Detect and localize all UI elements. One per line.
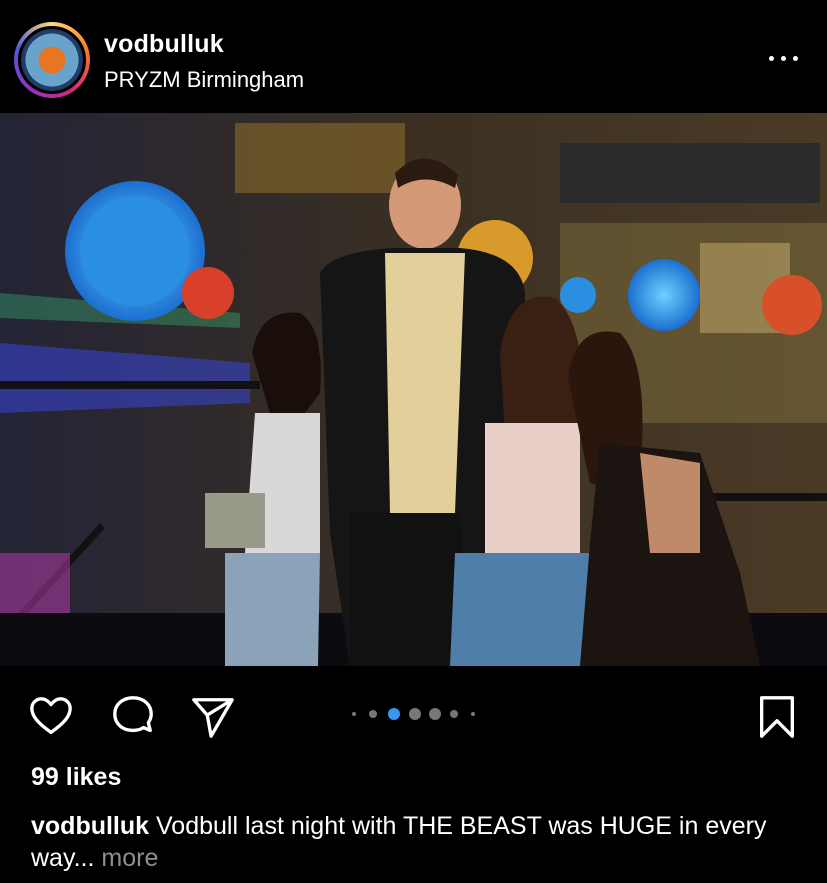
- carousel-dot: [450, 710, 458, 718]
- likes-count[interactable]: 99 likes: [31, 763, 121, 792]
- carousel-dot: [352, 712, 356, 716]
- carousel-dot: [429, 708, 441, 720]
- carousel-dot: [409, 708, 421, 720]
- post-header: vodbulluk PRYZM Birmingham: [0, 0, 827, 113]
- comment-icon[interactable]: [110, 694, 156, 740]
- share-icon[interactable]: [190, 694, 236, 740]
- bull-logo: [21, 29, 83, 91]
- avatar-image: [18, 26, 86, 94]
- carousel-dot: [471, 712, 475, 716]
- more-link[interactable]: more: [101, 844, 158, 872]
- carousel-dot-active: [388, 708, 400, 720]
- more-options-icon[interactable]: [769, 52, 799, 66]
- carousel-dot: [369, 710, 377, 718]
- avatar[interactable]: [14, 22, 90, 98]
- post-location[interactable]: PRYZM Birmingham: [104, 67, 304, 93]
- post-username[interactable]: vodbulluk: [104, 30, 224, 59]
- post-photo[interactable]: [0, 113, 827, 666]
- bookmark-icon[interactable]: [754, 694, 800, 740]
- caption-username[interactable]: vodbulluk: [31, 812, 149, 840]
- heart-icon[interactable]: [28, 694, 74, 740]
- post-caption: vodbulluk Vodbull last night with THE BE…: [31, 810, 801, 874]
